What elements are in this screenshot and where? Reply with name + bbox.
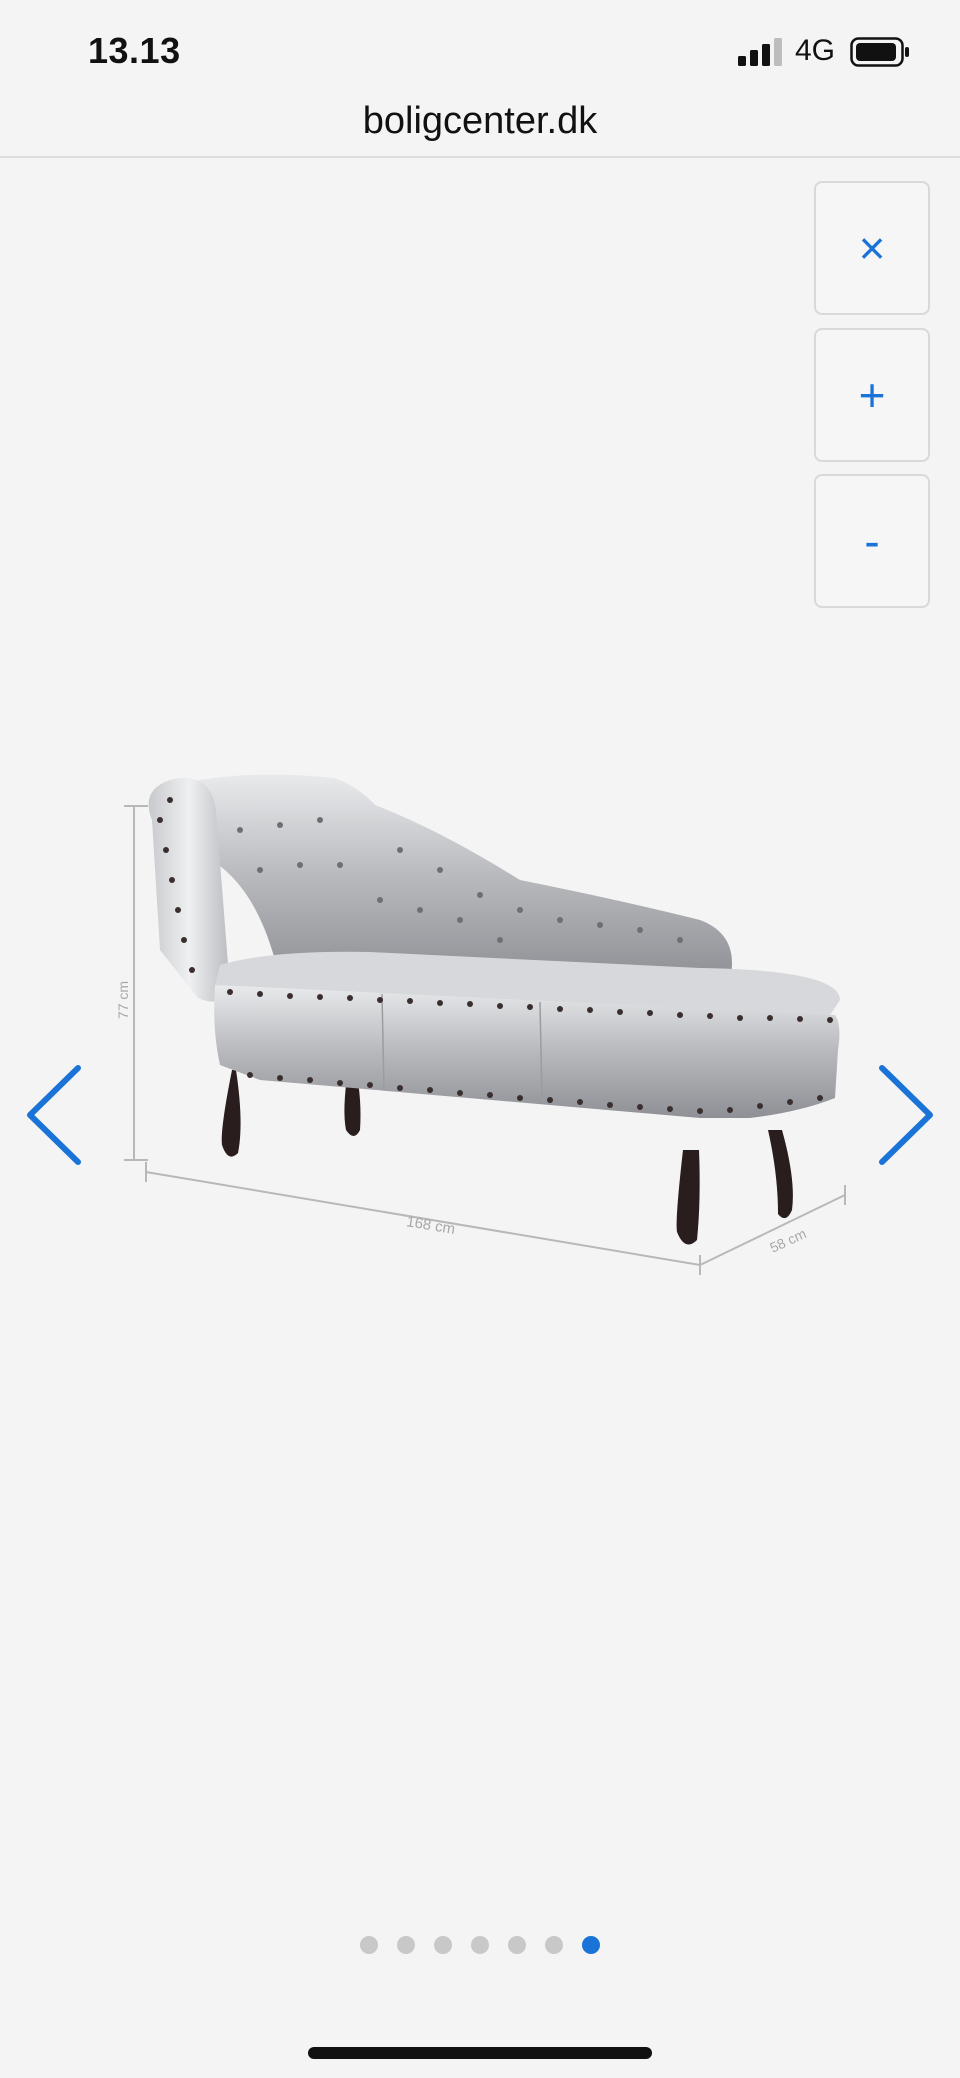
pagination-dot[interactable] — [397, 1936, 415, 1954]
network-label: 4G — [795, 34, 836, 67]
plus-icon: + — [858, 369, 886, 421]
home-indicator[interactable] — [308, 2047, 652, 2059]
product-image: 77 cm 168 cm 58 cm — [115, 774, 846, 1275]
zoom-out-button[interactable]: - — [814, 474, 930, 608]
signal-icon — [738, 38, 782, 66]
close-button[interactable]: × — [814, 181, 930, 315]
minus-icon: - — [864, 515, 880, 567]
pagination-dot-active[interactable] — [582, 1936, 600, 1954]
address-bar[interactable]: boligcenter.dk — [0, 100, 960, 158]
screen: 13.13 4G boligcenter.dk × + - 77 cm 168 … — [0, 0, 960, 2078]
pagination-dot[interactable] — [434, 1936, 452, 1954]
image-gallery[interactable]: × + - 77 cm 168 cm 58 cm — [0, 160, 960, 2020]
pagination-dot[interactable] — [508, 1936, 526, 1954]
pagination-dot[interactable] — [360, 1936, 378, 1954]
pagination-dot[interactable] — [471, 1936, 489, 1954]
close-icon: × — [858, 222, 886, 274]
chevron-left-icon[interactable] — [20, 1060, 90, 1170]
pagination-dot[interactable] — [545, 1936, 563, 1954]
zoom-in-button[interactable]: + — [814, 328, 930, 462]
dimension-length-label: 168 cm — [405, 1213, 456, 1238]
battery-icon — [850, 37, 909, 67]
pagination-dots — [0, 1936, 960, 1966]
status-time: 13.13 — [88, 30, 181, 71]
chevron-right-icon[interactable] — [870, 1060, 940, 1170]
dimension-height-label: 77 cm — [115, 981, 131, 1019]
status-bar: 13.13 4G — [0, 0, 960, 100]
url-text: boligcenter.dk — [362, 100, 598, 142]
